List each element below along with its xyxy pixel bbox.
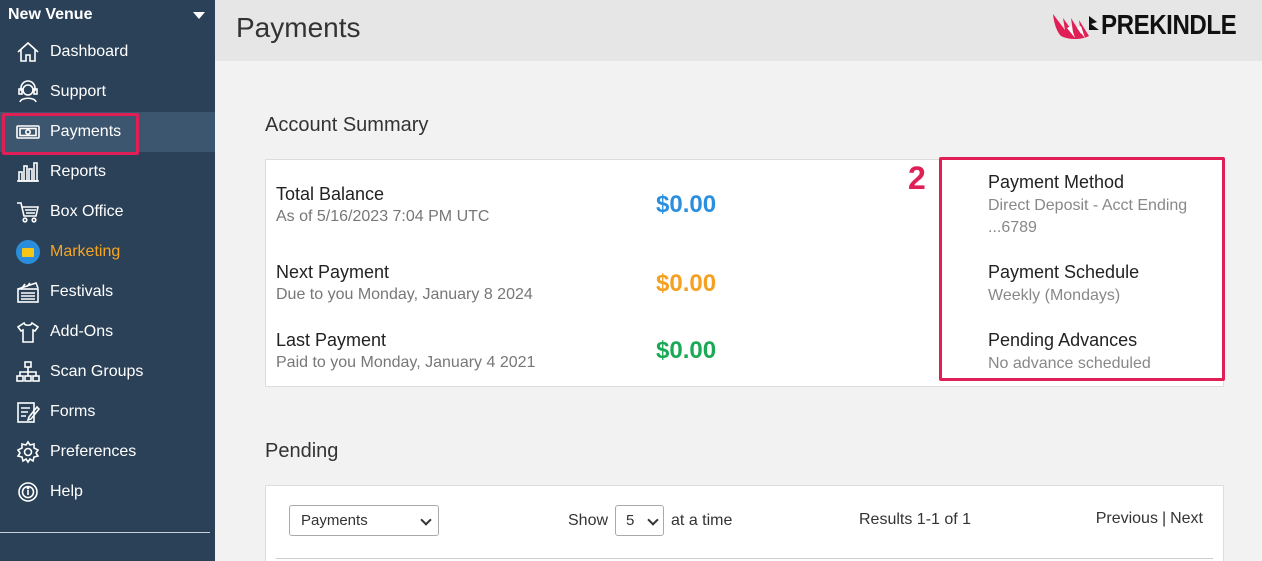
sidebar-item-label: Support: [50, 83, 107, 100]
total-balance-label: Total Balance: [276, 184, 385, 204]
step-number-badge: 2: [908, 160, 926, 196]
results-count: Results 1-1 of 1: [859, 511, 972, 528]
sidebar-divider: [0, 532, 210, 533]
payment-schedule-block: Payment Schedule Weekly (Mondays): [988, 262, 1208, 307]
page-size-value: 5: [626, 512, 635, 529]
page-size-select[interactable]: 5: [615, 505, 665, 536]
sidebar-item-label: Add-Ons: [50, 323, 114, 340]
bar-chart-icon: [14, 159, 42, 185]
at-a-time-label: at a time: [671, 511, 733, 529]
sidebar-item-payments[interactable]: Payments: [0, 112, 215, 155]
shirt-icon: [14, 319, 42, 345]
help-icon: [14, 479, 42, 505]
sidebar-item-label: Payments: [50, 123, 122, 140]
sidebar-item-reports[interactable]: Reports: [0, 152, 215, 192]
show-label: Show: [568, 511, 609, 529]
sidebar-nav: Dashboard Support Payments Reports Box O…: [0, 32, 215, 512]
cash-icon: [14, 119, 42, 145]
prekindle-logo[interactable]: PREKINDLE: [1051, 8, 1258, 42]
sidebar-item-forms[interactable]: Forms: [0, 392, 215, 432]
cart-icon: [14, 199, 42, 225]
total-balance-row: Total Balance As of 5/16/2023 7:04 PM UT…: [276, 184, 489, 226]
sidebar-item-label: Preferences: [50, 443, 137, 460]
sidebar-item-preferences[interactable]: Preferences: [0, 432, 215, 472]
table-divider: [276, 558, 1213, 559]
pagination: Previous | Next: [1096, 510, 1203, 528]
next-payment-amount: $0.00: [656, 270, 717, 297]
last-payment-row: Last Payment Paid to you Monday, January…: [276, 330, 535, 372]
chevron-down-icon: [420, 514, 432, 526]
last-payment-amount: $0.00: [656, 337, 717, 364]
gear-icon: [14, 439, 42, 465]
org-chart-icon: [14, 359, 42, 385]
logo-text: PREKINDLE: [1100, 9, 1237, 40]
previous-link[interactable]: Previous: [1096, 510, 1158, 527]
next-payment-row: Next Payment Due to you Monday, January …: [276, 262, 533, 304]
last-payment-date: Paid to you Monday, January 4 2021: [276, 354, 536, 371]
main-content: Account Summary Total Balance As of 5/16…: [215, 61, 1262, 561]
next-link[interactable]: Next: [1170, 510, 1203, 527]
sidebar-item-label: Marketing: [50, 243, 121, 260]
venue-name: New Venue: [8, 6, 93, 23]
sidebar-item-label: Dashboard: [50, 43, 129, 60]
sidebar-item-label: Box Office: [50, 203, 124, 220]
total-balance-date: As of 5/16/2023 7:04 PM UTC: [276, 208, 490, 225]
sidebar-item-label: Festivals: [50, 283, 114, 300]
sidebar-item-marketing[interactable]: Marketing: [0, 232, 215, 272]
venue-selector[interactable]: New Venue: [0, 0, 215, 30]
sidebar-item-support[interactable]: Support: [0, 72, 215, 112]
page-size-control: Show 5 at a time: [568, 505, 732, 536]
payment-schedule-label: Payment Schedule: [988, 262, 1140, 282]
sidebar-item-dashboard[interactable]: Dashboard: [0, 32, 215, 72]
clapperboard-icon: [14, 279, 42, 305]
sidebar-item-label: Forms: [50, 403, 96, 420]
payment-method-value: Direct Deposit - Acct Ending ...6789: [988, 197, 1188, 236]
sidebar-item-label: Reports: [50, 163, 107, 180]
sidebar: New Venue Dashboard Support Payments Rep…: [0, 0, 215, 561]
sidebar-item-box-office[interactable]: Box Office: [0, 192, 215, 232]
pending-advances-block: Pending Advances No advance scheduled: [988, 330, 1208, 375]
account-summary-card: Total Balance As of 5/16/2023 7:04 PM UT…: [265, 157, 1225, 387]
mail-icon: [14, 239, 42, 265]
headset-icon: [14, 79, 42, 105]
pending-filter-select[interactable]: Payments: [289, 505, 439, 536]
sidebar-item-festivals[interactable]: Festivals: [0, 272, 215, 312]
pager-separator: |: [1161, 510, 1167, 527]
payment-method-block: Payment Method Direct Deposit - Acct End…: [988, 172, 1208, 239]
chevron-down-icon: [647, 514, 659, 526]
total-balance-amount: $0.00: [656, 191, 717, 218]
sidebar-item-help[interactable]: Help: [0, 472, 215, 512]
house-icon: [14, 39, 42, 65]
pending-advances-label: Pending Advances: [988, 330, 1138, 350]
sidebar-item-add-ons[interactable]: Add-Ons: [0, 312, 215, 352]
payment-method-label: Payment Method: [988, 172, 1125, 192]
page-header: Payments PREKINDLE: [215, 0, 1262, 61]
pending-title: Pending: [265, 440, 339, 462]
next-payment-label: Next Payment: [276, 262, 390, 282]
account-summary-title: Account Summary: [265, 114, 429, 136]
payment-schedule-value: Weekly (Mondays): [988, 287, 1121, 304]
caret-down-icon: [193, 11, 205, 19]
sidebar-item-label: Scan Groups: [50, 363, 144, 380]
last-payment-label: Last Payment: [276, 330, 387, 350]
pending-filter-value: Payments: [301, 512, 368, 529]
next-payment-date: Due to you Monday, January 8 2024: [276, 286, 533, 303]
pending-card: Payments Show 5 at a time Results 1-1 of…: [265, 485, 1224, 561]
flame-logo-icon: [1052, 14, 1099, 39]
sidebar-item-label: Help: [50, 483, 83, 500]
form-edit-icon: [14, 399, 42, 425]
pending-advances-value: No advance scheduled: [988, 355, 1151, 372]
sidebar-item-scan-groups[interactable]: Scan Groups: [0, 352, 215, 392]
page-title: Payments: [236, 12, 361, 43]
